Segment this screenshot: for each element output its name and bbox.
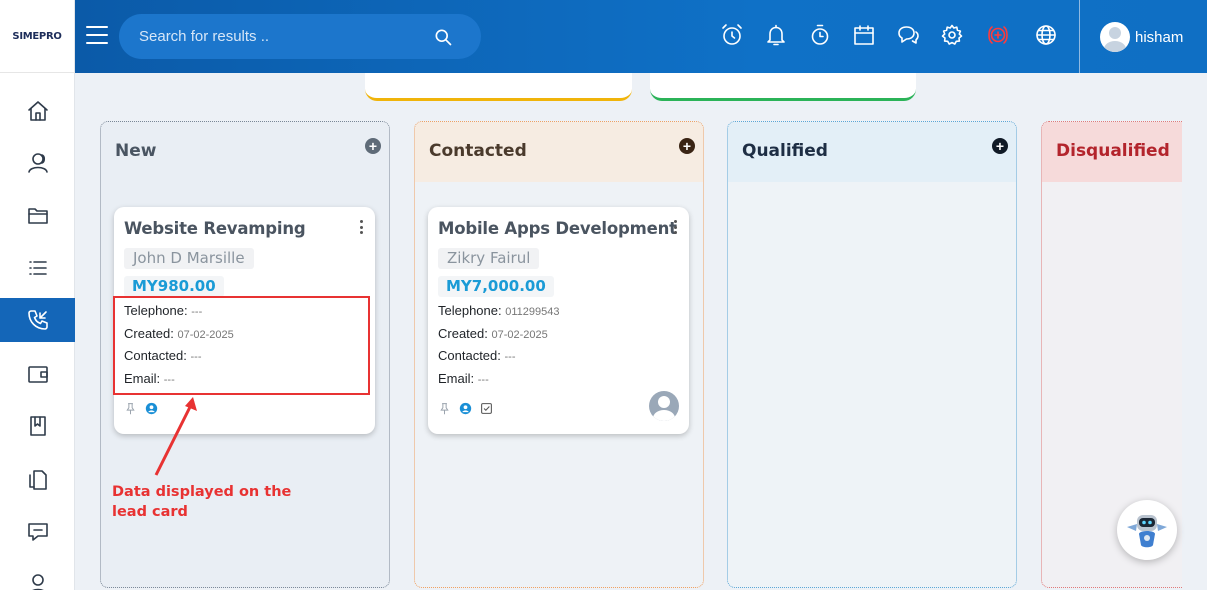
book-icon[interactable] [0, 404, 75, 448]
contacts-icon[interactable] [0, 141, 75, 185]
created-field: Created: 07-02-2025 [438, 326, 548, 341]
wallet-icon[interactable] [0, 352, 75, 396]
contact-name: John D Marsille [124, 248, 254, 269]
add-lead-button[interactable]: + [679, 138, 695, 154]
checkbox-icon[interactable] [480, 402, 493, 415]
annotation-note: Data displayed on the lead card [112, 484, 292, 520]
annotation-arrow [154, 397, 197, 476]
lead-card[interactable]: Mobile Apps Development Zikry Fairul MY7… [428, 207, 689, 434]
messages-icon[interactable] [895, 22, 921, 48]
contacted-field: Contacted: --- [438, 348, 516, 363]
field-value: 011299543 [505, 306, 560, 318]
lead-title: Mobile Apps Development [438, 219, 677, 238]
alarm-icon[interactable] [719, 22, 745, 48]
contact-name: Zikry Fairul [438, 248, 540, 269]
more-options-icon[interactable] [360, 220, 364, 234]
search-icon[interactable] [433, 27, 453, 47]
chatbot-button[interactable] [1117, 500, 1177, 560]
chat-icon[interactable] [0, 510, 75, 554]
lead-amount: MY980.00 [124, 276, 224, 297]
folder-icon[interactable] [0, 194, 75, 238]
annotation-highlight-box [113, 296, 370, 395]
top-bar: hisham [75, 0, 1207, 73]
field-value: --- [504, 351, 516, 363]
bell-icon[interactable] [763, 22, 789, 48]
assignee-avatar[interactable] [649, 391, 679, 421]
column-title: Disqualified [1056, 141, 1170, 161]
search-input[interactable] [139, 14, 419, 59]
field-label: Email: [438, 371, 475, 386]
sidebar: SIMEPRO [0, 0, 75, 590]
field-value: --- [477, 374, 489, 386]
lead-amount: MY7,000.00 [438, 276, 554, 297]
hamburger-menu-icon[interactable] [86, 24, 108, 46]
field-value: 07-02-2025 [491, 329, 548, 341]
avatar [1100, 22, 1130, 52]
username: hisham [1135, 28, 1184, 46]
pin-icon[interactable] [124, 402, 137, 415]
gear-icon[interactable] [939, 22, 965, 48]
documents-icon[interactable] [0, 458, 75, 502]
timer-icon[interactable] [807, 22, 833, 48]
user-circle-icon[interactable] [459, 402, 472, 415]
add-circle-icon[interactable] [985, 22, 1011, 48]
user-menu[interactable]: hisham [1100, 22, 1183, 52]
column-title: Qualified [742, 141, 828, 161]
email-field: Email: --- [438, 371, 489, 386]
column-header: Qualified + [728, 122, 1016, 182]
list-icon[interactable] [0, 246, 75, 290]
more-options-icon[interactable] [674, 220, 678, 234]
phone-incoming-icon[interactable] [0, 298, 75, 342]
field-label: Created: [438, 326, 488, 341]
column-header: Disqualified [1042, 122, 1182, 182]
header-divider [1079, 0, 1080, 73]
pin-icon[interactable] [438, 402, 451, 415]
search-bar [119, 14, 481, 59]
field-label: Contacted: [438, 348, 501, 363]
add-lead-button[interactable]: + [365, 138, 381, 154]
user-icon[interactable] [0, 562, 75, 590]
logo-text: SIMEPRO [12, 30, 62, 42]
column-header: New + [101, 122, 389, 182]
add-lead-button[interactable]: + [992, 138, 1008, 154]
column-title: Contacted [429, 141, 527, 161]
lead-title: Website Revamping [124, 219, 306, 238]
column-header: Contacted + [415, 122, 703, 182]
logo[interactable]: SIMEPRO [0, 0, 74, 73]
column-title: New [115, 141, 157, 161]
calendar-icon[interactable] [851, 22, 877, 48]
summary-card-yellow[interactable] [365, 73, 632, 101]
summary-card-green[interactable] [650, 73, 916, 101]
card-actions [438, 402, 493, 415]
field-label: Telephone: [438, 303, 502, 318]
column-qualified: Qualified + [727, 121, 1017, 588]
robot-icon [1127, 515, 1167, 548]
home-icon[interactable] [0, 89, 75, 133]
globe-icon[interactable] [1033, 22, 1059, 48]
telephone-field: Telephone: 011299543 [438, 303, 560, 318]
